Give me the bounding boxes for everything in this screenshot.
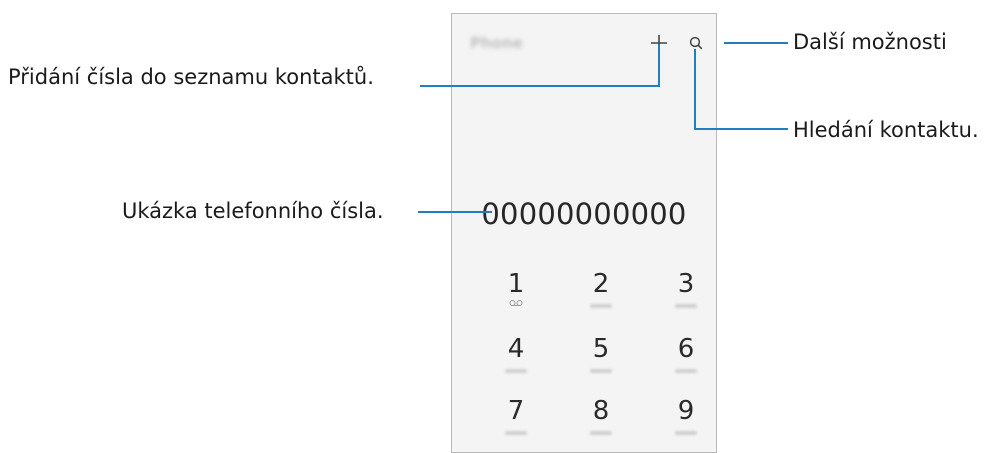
key-digit: 9 xyxy=(677,396,695,426)
app-title: Phone xyxy=(470,34,523,52)
key-digit: 1 xyxy=(507,269,525,299)
leader-line-number-preview xyxy=(418,211,492,213)
key-digit: 3 xyxy=(677,269,695,299)
key-letters xyxy=(675,431,697,435)
leader-line-more-options xyxy=(724,42,788,44)
key-digit: 2 xyxy=(592,269,610,299)
key-7[interactable]: 7 xyxy=(486,396,546,435)
key-letters xyxy=(505,369,527,373)
key-letters xyxy=(590,369,612,373)
leader-line-search-vertical xyxy=(694,49,696,130)
key-letters xyxy=(590,304,612,308)
key-letters xyxy=(590,431,612,435)
leader-line-search xyxy=(694,128,788,130)
callout-number-preview: Ukázka telefonního čísla. xyxy=(122,199,384,223)
callout-more-options: Další možnosti xyxy=(793,30,947,54)
callout-add-contact: Přidání čísla do seznamu kontaktů. xyxy=(8,65,374,89)
key-3[interactable]: 3 xyxy=(656,269,716,308)
callout-search-contact: Hledání kontaktu. xyxy=(793,118,979,142)
key-letters xyxy=(505,431,527,435)
phone-screen: Phone 00000000000 1 2 3 4 5 6 7 8 9 xyxy=(451,13,717,453)
key-digit: 7 xyxy=(507,396,525,426)
key-5[interactable]: 5 xyxy=(571,334,631,373)
key-9[interactable]: 9 xyxy=(656,396,716,435)
key-letters xyxy=(675,369,697,373)
leader-line-add-contact-vertical xyxy=(658,44,660,86)
search-icon xyxy=(689,36,703,50)
key-digit: 5 xyxy=(592,334,610,364)
key-2[interactable]: 2 xyxy=(571,269,631,308)
key-8[interactable]: 8 xyxy=(571,396,631,435)
key-1[interactable]: 1 xyxy=(486,269,546,307)
voicemail-icon xyxy=(509,300,523,306)
key-digit: 8 xyxy=(592,396,610,426)
key-6[interactable]: 6 xyxy=(656,334,716,373)
key-letters xyxy=(675,304,697,308)
key-4[interactable]: 4 xyxy=(486,334,546,373)
leader-line-add-contact xyxy=(420,85,660,87)
phone-number-display[interactable]: 00000000000 xyxy=(452,197,716,231)
key-digit: 4 xyxy=(507,334,525,364)
search-button[interactable] xyxy=(689,36,703,50)
key-digit: 6 xyxy=(677,334,695,364)
